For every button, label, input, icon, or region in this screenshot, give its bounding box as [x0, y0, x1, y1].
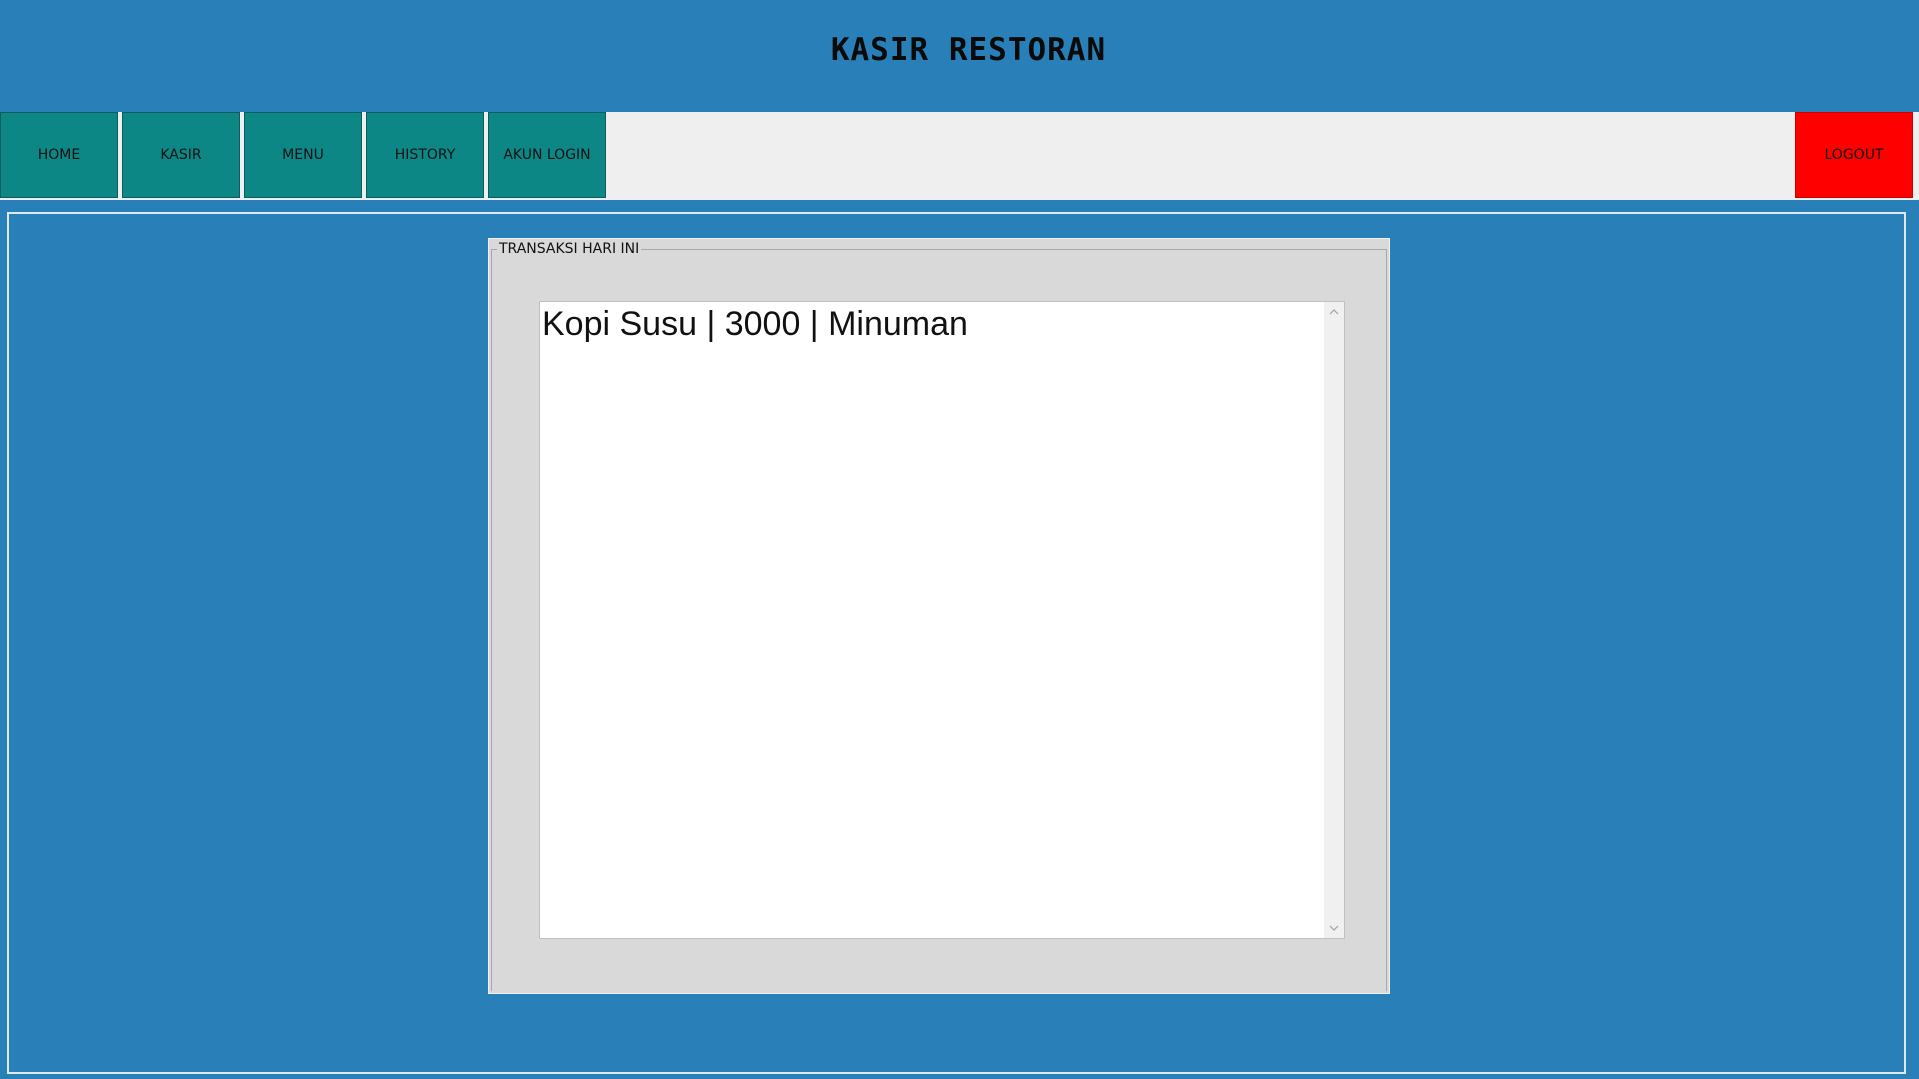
navbar: HOME KASIR MENU HISTORY AKUN LOGIN LOGOU…: [0, 112, 1919, 200]
history-button[interactable]: HISTORY: [366, 112, 484, 198]
scroll-down-arrow-icon[interactable]: [1324, 918, 1344, 938]
kasir-button[interactable]: KASIR: [122, 112, 240, 198]
transaction-panel: TRANSAKSI HARI INI Kopi Susu | 3000 | Mi…: [488, 238, 1390, 994]
app-title: KASIR RESTORAN: [830, 32, 1107, 68]
list-item[interactable]: Kopi Susu | 3000 | Minuman: [542, 304, 968, 344]
home-button[interactable]: HOME: [0, 112, 118, 198]
menu-button[interactable]: MENU: [244, 112, 362, 198]
group-box-label: TRANSAKSI HARI INI: [497, 239, 642, 259]
akun-login-button[interactable]: AKUN LOGIN: [488, 112, 606, 198]
logout-button[interactable]: LOGOUT: [1795, 112, 1913, 198]
transaction-listbox[interactable]: Kopi Susu | 3000 | Minuman: [539, 301, 1345, 939]
vertical-scrollbar[interactable]: [1324, 302, 1344, 938]
scroll-up-arrow-icon[interactable]: [1324, 302, 1344, 322]
